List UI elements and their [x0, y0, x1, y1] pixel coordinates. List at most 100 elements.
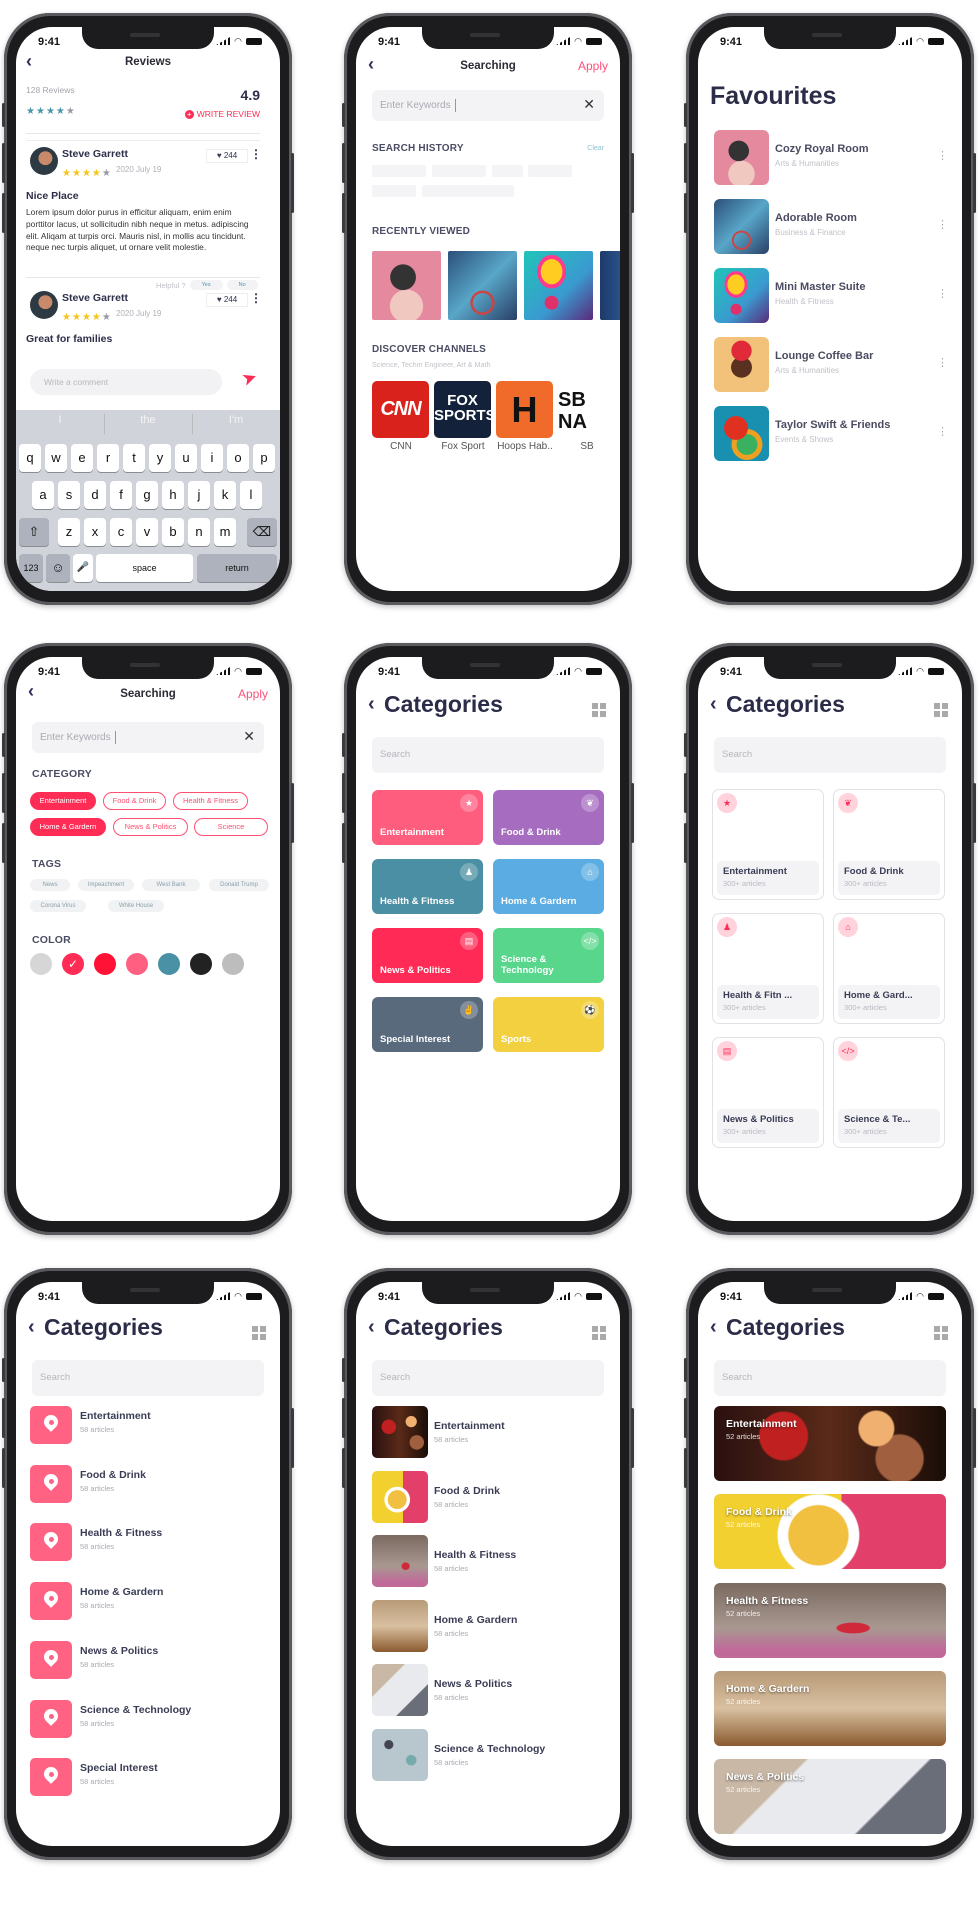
category-chip[interactable]: Food & Drink [103, 792, 166, 810]
key-z[interactable]: z [58, 518, 80, 546]
grid-view-icon[interactable] [592, 703, 606, 717]
key-g[interactable]: g [136, 481, 158, 509]
keyboard-suggestion[interactable]: the [104, 414, 192, 426]
tag-chip[interactable]: West Bank [142, 879, 200, 891]
helpful-yes-button[interactable]: Yes [189, 280, 223, 290]
color-swatch[interactable] [222, 953, 244, 975]
numbers-key[interactable]: 123 [19, 554, 43, 582]
tag-chip[interactable]: Donald Trump [209, 879, 269, 891]
more-options-icon[interactable]: ⋮ [937, 287, 948, 300]
back-chevron-icon[interactable]: ‹ [710, 693, 717, 716]
category-card[interactable]: ▤ News & Politics 300+ articles [712, 1037, 824, 1148]
key-k[interactable]: k [214, 481, 236, 509]
category-list-item[interactable]: Health & Fitness 58 articles [16, 1523, 280, 1563]
category-list-item[interactable]: Entertainment 58 articles [16, 1406, 280, 1446]
key-w[interactable]: w [45, 444, 67, 472]
category-list-item[interactable]: Science & Technology 58 articles [356, 1728, 620, 1781]
grid-view-icon[interactable] [592, 1326, 606, 1340]
key-x[interactable]: x [84, 518, 106, 546]
clear-search-icon[interactable]: ✕ [243, 728, 255, 745]
category-card[interactable]: ★ Entertainment 300+ articles [712, 789, 824, 900]
category-list-item[interactable]: News & Politics 58 articles [16, 1640, 280, 1681]
grid-view-icon[interactable] [934, 1326, 948, 1340]
category-banner[interactable]: News & Politics 52 articles [714, 1759, 946, 1835]
more-options-icon[interactable]: ⋮ [937, 356, 948, 369]
grid-view-icon[interactable] [934, 703, 948, 717]
color-swatch[interactable] [30, 953, 52, 975]
key-p[interactable]: p [253, 444, 275, 472]
keyboard-suggestion[interactable]: I'm [192, 414, 280, 426]
mic-key[interactable]: 🎤 [73, 554, 93, 582]
recent-item-image[interactable] [600, 251, 620, 320]
category-tile[interactable]: ✌ Special Interest [372, 997, 483, 1052]
category-tile[interactable]: </> Science & Technology [493, 928, 604, 983]
shift-key[interactable]: ⇧ [19, 518, 49, 546]
search-input[interactable]: Search [32, 1360, 264, 1396]
category-list-item[interactable]: Health & Fitness 58 articles [356, 1535, 620, 1587]
category-card[interactable]: ♟ Health & Fitn ... 300+ articles [712, 913, 824, 1024]
key-v[interactable]: v [136, 518, 158, 546]
category-list-item[interactable]: Entertainment 58 articles [356, 1406, 620, 1458]
key-i[interactable]: i [201, 444, 223, 472]
history-chip[interactable] [422, 185, 514, 197]
search-input[interactable]: Search [372, 1360, 604, 1396]
channel-logo[interactable]: H [496, 381, 553, 438]
like-button[interactable]: ♥ 244 [206, 149, 248, 163]
history-chip[interactable] [528, 165, 572, 177]
category-card[interactable]: ⌂ Home & Gard... 300+ articles [833, 913, 945, 1024]
search-input[interactable]: Enter Keywords ✕ [32, 722, 264, 753]
color-swatch[interactable] [158, 953, 180, 975]
delete-key[interactable]: ⌫ [247, 518, 277, 546]
category-banner[interactable]: Entertainment 52 articles [714, 1406, 946, 1481]
tag-chip[interactable]: White House [108, 900, 164, 912]
key-b[interactable]: b [162, 518, 184, 546]
return-key[interactable]: return [197, 554, 277, 582]
clear-search-icon[interactable]: ✕ [583, 96, 595, 113]
apply-button[interactable]: Apply [238, 687, 268, 701]
channel-logo[interactable]: CNN [372, 381, 429, 438]
favourite-item[interactable]: Lounge Coffee Bar Arts & Humanities ⋮ [698, 337, 962, 393]
more-options-icon[interactable]: ⋮ [937, 218, 948, 231]
search-input[interactable]: Search [372, 737, 604, 773]
key-f[interactable]: f [110, 481, 132, 509]
search-input[interactable]: Search [714, 1360, 946, 1396]
history-chip[interactable] [432, 165, 486, 177]
category-tile[interactable]: ⚽ Sports [493, 997, 604, 1052]
back-chevron-icon[interactable]: ‹ [28, 1316, 35, 1339]
history-chip[interactable] [372, 185, 416, 197]
more-options-icon[interactable]: ⋮ [937, 149, 948, 162]
apply-button[interactable]: Apply [578, 59, 608, 73]
space-key[interactable]: space [96, 554, 193, 582]
key-u[interactable]: u [175, 444, 197, 472]
history-chip[interactable] [492, 165, 523, 177]
helpful-no-button[interactable]: No [226, 280, 258, 290]
send-icon[interactable]: ➤ [239, 366, 260, 391]
category-tile[interactable]: ▤ News & Politics [372, 928, 483, 983]
category-card[interactable]: </> Science & Te... 300+ articles [833, 1037, 945, 1148]
comment-input[interactable]: Write a comment [30, 369, 222, 395]
category-tile[interactable]: ⌂ Home & Gardern [493, 859, 604, 914]
category-list-item[interactable]: Special Interest 58 articles [16, 1758, 280, 1798]
category-list-item[interactable]: Home & Gardern 58 articles [16, 1582, 280, 1622]
category-card[interactable]: ❦ Food & Drink 300+ articles [833, 789, 945, 900]
color-swatch[interactable] [126, 953, 148, 975]
tag-chip[interactable]: News [30, 879, 70, 891]
category-tile[interactable]: ❦ Food & Drink [493, 790, 604, 845]
recent-item-image[interactable] [448, 251, 517, 320]
category-list-item[interactable]: News & Politics 58 articles [356, 1664, 620, 1716]
grid-view-icon[interactable] [252, 1326, 266, 1340]
category-banner[interactable]: Food & Drink 52 articles [714, 1494, 946, 1570]
category-chip[interactable]: Entertainment [30, 792, 96, 810]
category-tile[interactable]: ♟ Health & Fitness [372, 859, 483, 914]
tag-chip[interactable]: Impeachment [78, 879, 134, 891]
key-e[interactable]: e [71, 444, 93, 472]
write-review-button[interactable]: + WRITE REVIEW [184, 109, 260, 119]
category-tile[interactable]: ★ Entertainment [372, 790, 483, 845]
key-h[interactable]: h [162, 481, 184, 509]
tag-chip[interactable]: Corona Virus [30, 900, 86, 912]
channel-logo[interactable]: FOX SPORTS [434, 381, 496, 438]
category-list-item[interactable]: Home & Gardern 58 articles [356, 1599, 620, 1652]
key-r[interactable]: r [97, 444, 119, 472]
category-list-item[interactable]: Food & Drink 58 articles [16, 1464, 280, 1505]
history-chip[interactable] [372, 165, 426, 177]
